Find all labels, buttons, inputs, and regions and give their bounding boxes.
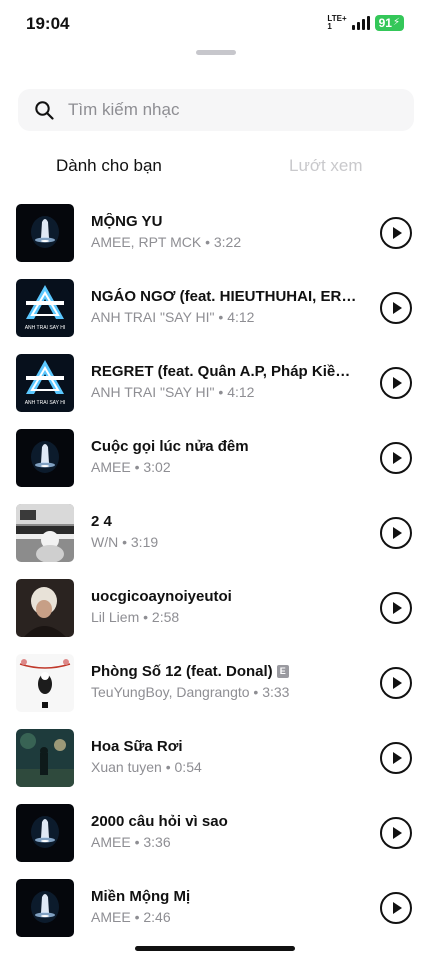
night-street-art [16, 729, 74, 787]
search-icon [35, 101, 54, 120]
track-title-text: REGRET (feat. Quân A.P, Pháp Kiều, Qu... [91, 363, 359, 380]
track-meta: ANH TRAI "SAY HI" • 4:12 [91, 384, 255, 400]
track-title: Cuộc gọi lúc nửa đêm [91, 438, 359, 455]
track-meta: AMEE • 3:02 [91, 459, 171, 475]
network-type: LTE+ 1 [327, 15, 346, 31]
track-title: Miền Mộng Mị [91, 888, 359, 905]
track-cover [16, 429, 74, 487]
track-cover [16, 579, 74, 637]
play-icon [393, 902, 402, 914]
track-meta: AMEE • 3:36 [91, 834, 171, 850]
track-title: REGRET (feat. Quân A.P, Pháp Kiều, Qu... [91, 363, 359, 380]
amee-cover-art [16, 879, 74, 937]
cover-text: ANH TRAI SAY HI [25, 400, 66, 406]
track-meta: Xuan tuyen • 0:54 [91, 759, 202, 775]
track-meta: ANH TRAI "SAY HI" • 4:12 [91, 309, 255, 325]
play-button[interactable] [380, 517, 412, 549]
track-title-text: Hoa Sữa Rơi [91, 738, 183, 755]
track-row[interactable]: Phòng Số 12 (feat. Donal) E TeuYungBoy, Da… [0, 646, 432, 721]
play-button[interactable] [380, 367, 412, 399]
track-title: 2 4 [91, 513, 359, 530]
track-row[interactable]: Hoa Sữa Rơi Xuan tuyen • 0:54 [0, 721, 432, 796]
play-icon [393, 602, 402, 614]
sim-number: 1 [327, 22, 332, 31]
track-title: Hoa Sữa Rơi [91, 738, 359, 755]
track-title: 2000 câu hỏi vì sao [91, 813, 359, 830]
play-icon [393, 302, 402, 314]
play-icon [393, 527, 402, 539]
track-meta: TeuYungBoy, Dangrangto • 3:33 [91, 684, 290, 700]
amee-cover-art [16, 804, 74, 862]
track-title: MỘNG YU [91, 213, 359, 230]
explicit-badge: E [276, 665, 289, 678]
track-meta: AMEE • 2:46 [91, 909, 171, 925]
track-title-text: 2 4 [91, 513, 112, 530]
track-title-text: 2000 câu hỏi vì sao [91, 813, 228, 830]
track-cover [16, 879, 74, 937]
play-icon [393, 827, 402, 839]
illustration-art [16, 654, 74, 712]
track-row[interactable]: ANH TRAI SAY HI REGRET (feat. Quân A.P, P… [0, 346, 432, 421]
track-row[interactable]: Cuộc gọi lúc nửa đêm AMEE • 3:02 [0, 421, 432, 496]
play-icon [393, 752, 402, 764]
play-button[interactable] [380, 592, 412, 624]
play-button[interactable] [380, 217, 412, 249]
play-button[interactable] [380, 292, 412, 324]
track-row[interactable]: ANH TRAI SAY HI NGÁO NGƠ (feat. HIEUTHUHA… [0, 271, 432, 346]
tab-for-you[interactable]: Dành cho bạn [56, 156, 162, 176]
status-bar: 19:04 LTE+ 1 91 ⚡ [0, 0, 432, 46]
track-row[interactable]: 2000 câu hỏi vì sao AMEE • 3:36 [0, 796, 432, 871]
track-title: NGÁO NGƠ (feat. HIEUTHUHAI, ERIK, A... [91, 288, 359, 305]
play-icon [393, 677, 402, 689]
sheet-handle[interactable] [196, 50, 236, 55]
piano-photo-art [16, 504, 74, 562]
track-cover [16, 729, 74, 787]
track-meta: Lil Liem • 2:58 [91, 609, 180, 625]
status-time: 19:04 [26, 14, 70, 33]
track-row[interactable]: uocgicoaynoiyeutoi Lil Liem • 2:58 [0, 571, 432, 646]
status-indicators: LTE+ 1 91 ⚡ [327, 14, 404, 32]
tab-browse[interactable]: Lướt xem [289, 156, 363, 176]
track-title-text: NGÁO NGƠ (feat. HIEUTHUHAI, ERIK, A... [91, 288, 359, 305]
track-meta: W/N • 3:19 [91, 534, 159, 550]
battery-level: 91 [378, 16, 392, 30]
track-title-text: Phòng Số 12 (feat. Donal) [91, 663, 273, 680]
track-title-text: Miền Mộng Mị [91, 888, 191, 905]
track-title: Phòng Số 12 (feat. Donal) E [91, 663, 359, 680]
track-cover [16, 504, 74, 562]
play-button[interactable] [380, 892, 412, 924]
track-row[interactable]: Miền Mộng Mị AMEE • 2:46 [0, 871, 432, 946]
play-button[interactable] [380, 667, 412, 699]
home-indicator[interactable] [135, 946, 295, 951]
play-button[interactable] [380, 742, 412, 774]
track-row[interactable]: MỘNG YU AMEE, RPT MCK • 3:22 [0, 196, 432, 271]
track-cover: ANH TRAI SAY HI [16, 279, 74, 337]
play-button[interactable] [380, 817, 412, 849]
amee-cover-art [16, 429, 74, 487]
play-icon [393, 377, 402, 389]
search-input[interactable] [68, 100, 368, 120]
track-cover [16, 204, 74, 262]
tab-bar: Dành cho bạn Lướt xem [0, 156, 432, 186]
battery-icon: 91 ⚡ [374, 15, 404, 31]
play-button[interactable] [380, 442, 412, 474]
track-title: uocgicoaynoiyeutoi [91, 588, 359, 605]
signal-icon [351, 16, 370, 30]
play-icon [393, 452, 402, 464]
cover-text: ANH TRAI SAY HI [25, 325, 66, 331]
track-cover [16, 804, 74, 862]
track-row[interactable]: 2 4 W/N • 3:19 [0, 496, 432, 571]
play-icon [393, 227, 402, 239]
anh-trai-cover-art: ANH TRAI SAY HI [16, 279, 74, 337]
track-title-text: Cuộc gọi lúc nửa đêm [91, 438, 249, 455]
track-meta: AMEE, RPT MCK • 3:22 [91, 234, 242, 250]
track-cover: ANH TRAI SAY HI [16, 354, 74, 412]
portrait-art [16, 579, 74, 637]
track-cover [16, 654, 74, 712]
search-bar[interactable] [18, 89, 414, 131]
anh-trai-cover-art: ANH TRAI SAY HI [16, 354, 74, 412]
track-title-text: MỘNG YU [91, 213, 163, 230]
track-title-text: uocgicoaynoiyeutoi [91, 588, 232, 605]
amee-cover-art [16, 204, 74, 262]
